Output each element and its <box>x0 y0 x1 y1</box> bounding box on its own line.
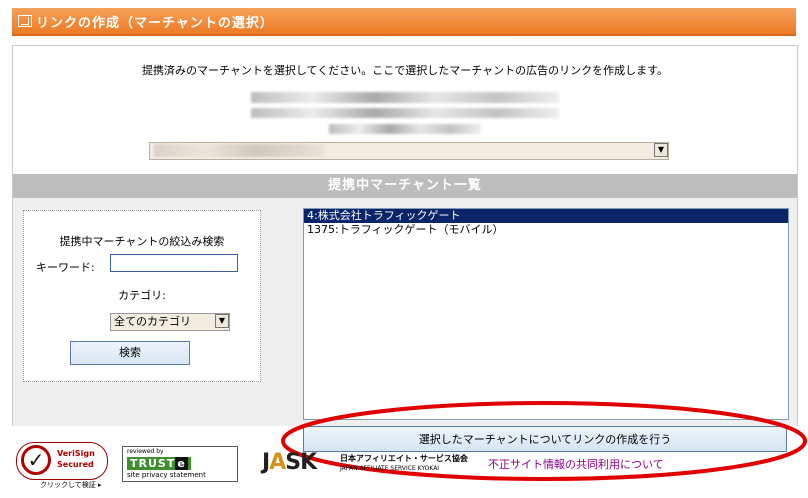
verisign-caption: クリックして検証 ▸ <box>40 481 102 489</box>
create-link-button[interactable]: 選択したマーチャントについてリンクの作成を行う <box>303 426 787 452</box>
category-label: カテゴリ: <box>118 289 166 302</box>
jask-logo: JASK <box>262 450 317 475</box>
jask-logo-sk: SK <box>285 450 317 475</box>
verisign-brand: VeriSign <box>57 449 95 458</box>
truste-logo-text: TRUST <box>130 457 176 470</box>
jask-logo-block[interactable]: JASK 日本アフィリエイト・サービス協会 JAPAN AFFILIATE SE… <box>262 450 472 480</box>
keyword-label: キーワード: <box>36 261 95 274</box>
redacted-text <box>329 124 481 134</box>
merchant-select[interactable]: ▼ <box>149 142 669 160</box>
jask-name-japanese: 日本アフィリエイト・サービス協会 <box>340 454 468 463</box>
redacted-text <box>251 92 559 103</box>
verisign-secured: Secured <box>57 460 94 469</box>
merchant-list-item[interactable]: 4:株式会社トラフィックゲート <box>304 209 788 223</box>
truste-reviewed-by: reviewed by <box>127 448 164 455</box>
verisign-badge: ✓ VeriSign Secured <box>16 442 108 480</box>
merchant-list-item[interactable]: 1375:トラフィックゲート（モバイル） <box>304 223 788 237</box>
page-title: リンクの作成（マーチャントの選択） <box>36 16 274 31</box>
search-button[interactable]: 検索 <box>70 341 190 365</box>
section-title: 提携中マーチャント一覧 <box>13 174 797 198</box>
truste-logo: TRUST e <box>127 457 191 470</box>
arrow-icon <box>18 15 32 27</box>
category-select[interactable]: 全てのカテゴリ ▼ <box>110 313 230 331</box>
category-select-value: 全てのカテゴリ <box>114 315 191 328</box>
jask-logo-a: A <box>269 450 286 475</box>
truste-subtitle: site privacy statement <box>127 471 206 479</box>
keyword-input[interactable] <box>110 254 238 272</box>
redacted-text <box>251 108 559 118</box>
merchant-selection-panel: 提携済みのマーチャントを選択してください。ここで選択したマーチャントの広告のリン… <box>12 45 798 426</box>
filter-search-title: 提携中マーチャントの絞込み検索 <box>59 235 225 248</box>
filter-search-box: 提携中マーチャントの絞込み検索 キーワード: カテゴリ: 全てのカテゴリ ▼ 検… <box>23 210 261 382</box>
verisign-seal[interactable]: ✓ VeriSign Secured クリックして検証 ▸ <box>16 440 112 490</box>
jask-name-english: JAPAN AFFILIATE SERVICE KYOKAI <box>340 465 440 472</box>
checkmark-icon: ✓ <box>21 445 51 475</box>
chevron-down-icon[interactable]: ▼ <box>215 314 229 328</box>
merchant-listbox[interactable]: 4:株式会社トラフィックゲート 1375:トラフィックゲート（モバイル） <box>303 208 789 420</box>
truste-seal[interactable]: reviewed by TRUST e site privacy statemen… <box>122 446 238 482</box>
truste-logo-e: e <box>175 457 188 470</box>
fraud-info-link[interactable]: 不正サイト情報の共同利用について <box>488 456 664 472</box>
redacted-selected-merchant <box>154 144 324 157</box>
instruction-text: 提携済みのマーチャントを選択してください。ここで選択したマーチャントの広告のリン… <box>141 64 669 77</box>
chevron-down-icon[interactable]: ▼ <box>654 143 668 157</box>
merchant-list-area: 提携中マーチャントの絞込み検索 キーワード: カテゴリ: 全てのカテゴリ ▼ 検… <box>13 198 797 426</box>
page-header: リンクの作成（マーチャントの選択） <box>12 8 796 36</box>
